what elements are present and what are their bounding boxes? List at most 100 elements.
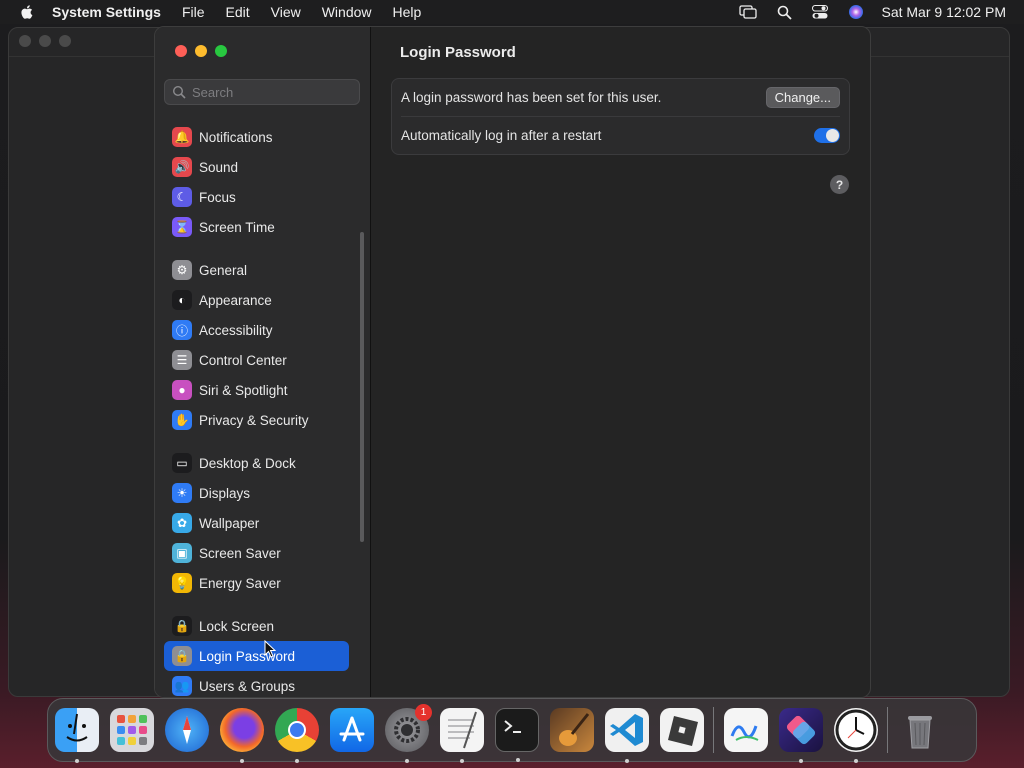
sidebar-item-label: Screen Time (199, 219, 275, 235)
lock-icon: 🔒 (172, 646, 192, 666)
sidebar-item-label: Siri & Spotlight (199, 382, 288, 398)
hourglass-icon: ⌛ (172, 217, 192, 237)
sidebar-item-lock-screen[interactable]: 🔒 Lock Screen (164, 611, 349, 641)
bg-close (19, 35, 31, 47)
sidebar-item-sound[interactable]: 🔊 Sound (164, 152, 349, 182)
siri-icon[interactable] (847, 4, 865, 20)
screen-mirroring-icon[interactable] (739, 4, 758, 20)
sidebar-item-label: Users & Groups (199, 678, 296, 694)
search-icon (172, 85, 186, 99)
sidebar-item-label: Notifications (199, 129, 273, 145)
zoom-button[interactable] (215, 45, 227, 57)
sidebar-item-privacy-security[interactable]: ✋ Privacy & Security (164, 405, 349, 435)
sidebar-item-login-password[interactable]: 🔒 Login Password (164, 641, 349, 671)
sidebar-scrollbar[interactable] (360, 232, 364, 542)
appearance-icon: ◐ (172, 290, 192, 310)
sidebar-item-appearance[interactable]: ◐ Appearance (164, 285, 349, 315)
running-indicator (240, 759, 244, 763)
bg-min (39, 35, 51, 47)
dock-icon: ▭ (172, 453, 192, 473)
password-settings-card: A login password has been set for this u… (391, 78, 850, 155)
control-center-icon[interactable] (811, 4, 829, 20)
sidebar-item-screen-saver[interactable]: ▣ Screen Saver (164, 538, 349, 568)
sidebar-item-wallpaper[interactable]: ✿ Wallpaper (164, 508, 349, 538)
sidebar-item-accessibility[interactable]: ⓘ Accessibility (164, 315, 349, 345)
notification-badge: 1 (415, 704, 432, 721)
dock-freeform[interactable] (724, 708, 768, 752)
sidebar-item-label: Wallpaper (199, 515, 260, 531)
menu-edit[interactable]: Edit (226, 4, 250, 20)
sidebar-item-label: Sound (199, 159, 239, 175)
change-password-button[interactable]: Change... (765, 87, 840, 108)
background-window-lights (19, 35, 71, 47)
sidebar-item-users-groups[interactable]: 👥 Users & Groups (164, 671, 349, 697)
gear-icon: ⚙ (172, 260, 192, 280)
dock-garageband[interactable] (550, 708, 594, 752)
running-indicator (75, 759, 79, 763)
sidebar-item-label: General (199, 262, 248, 278)
apple-logo-icon[interactable] (18, 3, 36, 21)
sidebar-item-label: Login Password (199, 648, 296, 664)
speaker-icon: 🔊 (172, 157, 192, 177)
bulb-icon: 💡 (172, 573, 192, 593)
dock-safari[interactable] (165, 708, 209, 752)
sidebar-list: 🔔 Notifications 🔊 Sound ☾ Focus ⌛ Screen Time ⚙ G… (164, 122, 349, 697)
bell-icon: 🔔 (172, 127, 192, 147)
auto-login-toggle[interactable] (814, 128, 840, 143)
dock-app-store[interactable] (330, 708, 374, 752)
close-button[interactable] (175, 45, 187, 57)
dock-separator (887, 707, 888, 753)
moon-icon: ☾ (172, 187, 192, 207)
sidebar-item-focus[interactable]: ☾ Focus (164, 182, 349, 212)
search-placeholder: Search (192, 84, 234, 100)
dock-firefox[interactable] (220, 708, 264, 763)
sidebar-item-label: Accessibility (199, 322, 273, 338)
sidebar-item-notifications[interactable]: 🔔 Notifications (164, 122, 349, 152)
auto-login-row: Automatically log in after a restart (401, 117, 840, 154)
dock-textedit[interactable] (440, 708, 484, 763)
dock-terminal[interactable] (495, 708, 539, 762)
sun-icon: ☀ (172, 483, 192, 503)
menu-window[interactable]: Window (322, 4, 372, 20)
menu-file[interactable]: File (182, 4, 205, 20)
sidebar-item-desktop-dock[interactable]: ▭ Desktop & Dock (164, 448, 349, 478)
dock-system-settings[interactable]: 1 (385, 704, 432, 763)
menu-view[interactable]: View (271, 4, 301, 20)
dock-roblox[interactable] (660, 708, 704, 752)
dock-finder[interactable] (55, 708, 99, 763)
search-icon[interactable] (775, 4, 793, 20)
minimize-button[interactable] (195, 45, 207, 57)
sidebar-item-siri-spotlight[interactable]: ● Siri & Spotlight (164, 375, 349, 405)
auto-login-label: Automatically log in after a restart (401, 128, 602, 143)
accessibility-icon: ⓘ (172, 320, 192, 340)
running-indicator (295, 759, 299, 763)
bg-zoom (59, 35, 71, 47)
help-button[interactable]: ? (830, 175, 849, 194)
dock-trash[interactable] (898, 708, 942, 752)
dock-launchpad[interactable] (110, 708, 154, 752)
sidebar-item-label: Displays (199, 485, 251, 501)
settings-window: Search 🔔 Notifications 🔊 Sound ☾ Focus ⌛ Screen… (154, 26, 871, 698)
window-controls (175, 45, 227, 57)
sidebar-item-screen-time[interactable]: ⌛ Screen Time (164, 212, 349, 242)
sidebar-item-displays[interactable]: ☀ Displays (164, 478, 349, 508)
sidebar-item-energy-saver[interactable]: 💡 Energy Saver (164, 568, 349, 598)
sidebar-item-general[interactable]: ⚙ General (164, 255, 349, 285)
sidebar-item-label: Energy Saver (199, 575, 281, 591)
menu-clock[interactable]: Sat Mar 9 12:02 PM (881, 4, 1006, 20)
running-indicator (460, 759, 464, 763)
dock-clock[interactable] (834, 708, 878, 763)
menu-help[interactable]: Help (393, 4, 422, 20)
dock-shortcuts[interactable] (779, 708, 823, 763)
running-indicator (516, 758, 520, 762)
dock-chrome[interactable] (275, 708, 319, 763)
running-indicator (625, 759, 629, 763)
sidebar-item-control-center[interactable]: ☰ Control Center (164, 345, 349, 375)
search-field[interactable]: Search (164, 79, 360, 105)
dock-separator (713, 707, 714, 753)
menu-app-name[interactable]: System Settings (52, 4, 161, 20)
dock-vscode[interactable] (605, 708, 649, 763)
